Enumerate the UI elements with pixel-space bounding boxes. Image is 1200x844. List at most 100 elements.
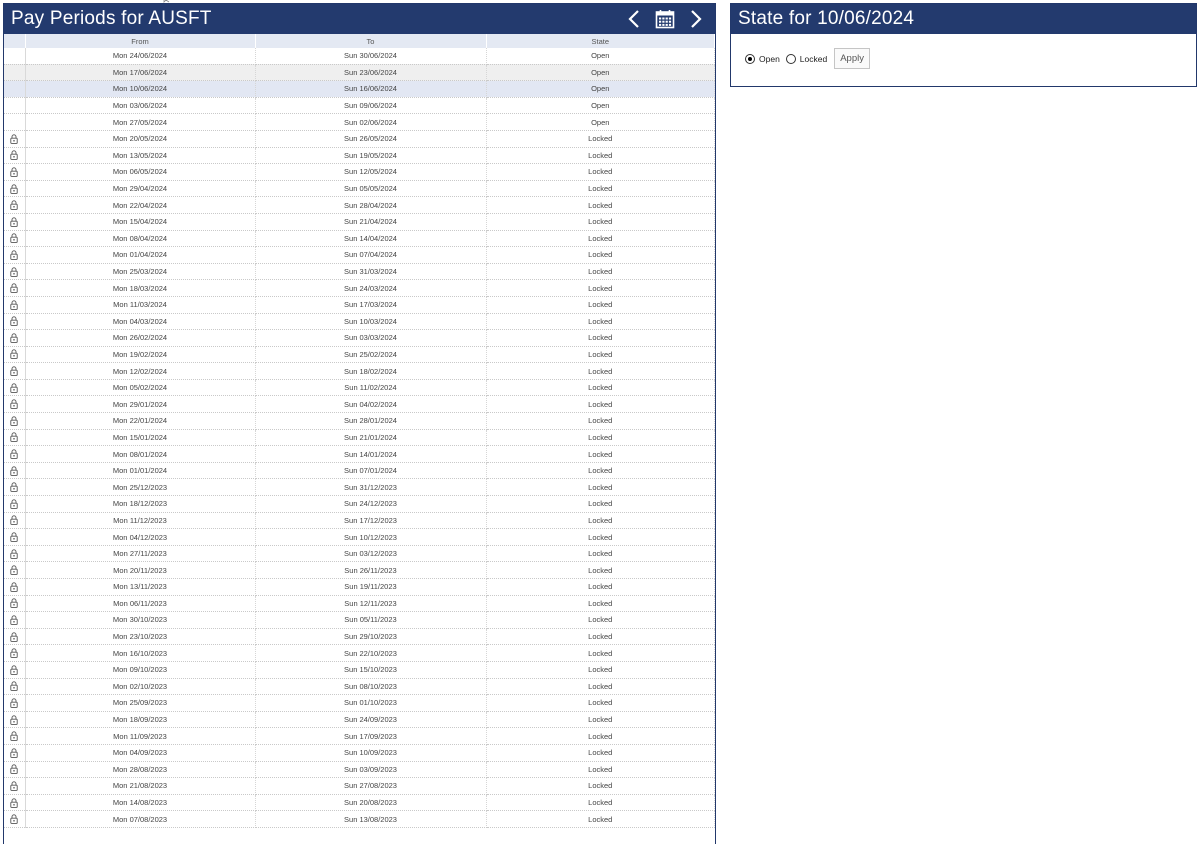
from-cell: Mon 25/03/2024: [25, 263, 256, 281]
table-row[interactable]: Mon 30/10/2023 Sun 05/11/2023 Locked: [4, 611, 715, 629]
to-cell: Sun 29/10/2023: [255, 628, 487, 646]
table-row[interactable]: Mon 28/08/2023 Sun 03/09/2023 Locked: [4, 761, 715, 779]
table-row[interactable]: Mon 25/09/2023 Sun 01/10/2023 Locked: [4, 694, 715, 712]
table-row[interactable]: Mon 02/10/2023 Sun 08/10/2023 Locked: [4, 678, 715, 696]
table-row[interactable]: Mon 04/12/2023 Sun 10/12/2023 Locked: [4, 528, 715, 546]
table-row[interactable]: Mon 26/02/2024 Sun 03/03/2024 Locked: [4, 329, 715, 347]
from-cell: Mon 26/02/2024: [25, 329, 256, 347]
state-cell: Locked: [486, 595, 715, 613]
table-row[interactable]: Mon 06/11/2023 Sun 12/11/2023 Locked: [4, 595, 715, 613]
lock-icon: [10, 582, 18, 592]
table-row[interactable]: Mon 11/12/2023 Sun 17/12/2023 Locked: [4, 512, 715, 530]
period-navigation: [623, 8, 707, 30]
table-row[interactable]: Mon 09/10/2023 Sun 15/10/2023 Locked: [4, 661, 715, 679]
table-row[interactable]: Mon 04/09/2023 Sun 10/09/2023 Locked: [4, 744, 715, 762]
lock-cell: [4, 213, 26, 231]
from-cell: Mon 27/11/2023: [25, 545, 256, 563]
lock-icon: [10, 631, 18, 642]
table-row[interactable]: Mon 13/05/2024 Sun 19/05/2024 Locked: [4, 147, 715, 165]
table-row[interactable]: Mon 01/04/2024 Sun 07/04/2024 Locked: [4, 246, 715, 264]
lock-icon: [10, 416, 18, 426]
locked-radio[interactable]: [785, 53, 796, 64]
lock-cell: [4, 362, 26, 380]
previous-period-button[interactable]: [623, 8, 645, 30]
locked-option[interactable]: Locked: [785, 53, 828, 64]
table-row[interactable]: Mon 19/02/2024 Sun 25/02/2024 Locked: [4, 346, 715, 364]
from-cell: Mon 05/02/2024: [25, 379, 256, 397]
table-row[interactable]: Mon 18/12/2023 Sun 24/12/2023 Locked: [4, 495, 715, 513]
lock-cell: [4, 113, 26, 131]
table-row[interactable]: Mon 29/04/2024 Sun 05/05/2024 Locked: [4, 180, 715, 198]
column-header-state[interactable]: State: [486, 34, 715, 48]
table-row[interactable]: Mon 25/03/2024 Sun 31/03/2024 Locked: [4, 263, 715, 281]
from-cell: Mon 22/04/2024: [25, 196, 256, 214]
from-cell: Mon 12/02/2024: [25, 362, 256, 380]
state-cell: Locked: [486, 263, 715, 281]
to-cell: Sun 24/12/2023: [255, 495, 487, 513]
table-row[interactable]: Mon 20/11/2023 Sun 26/11/2023 Locked: [4, 561, 715, 579]
to-cell: Sun 18/02/2024: [255, 362, 487, 380]
table-row[interactable]: Mon 10/06/2024 Sun 16/06/2024 Open: [4, 80, 715, 98]
table-row[interactable]: Mon 18/09/2023 Sun 24/09/2023 Locked: [4, 711, 715, 729]
to-cell: Sun 26/05/2024: [255, 130, 487, 148]
table-row[interactable]: Mon 21/08/2023 Sun 27/08/2023 Locked: [4, 777, 715, 795]
column-header-from[interactable]: From: [25, 34, 256, 48]
open-radio-label: Open: [759, 53, 780, 64]
state-cell: Open: [486, 48, 715, 65]
to-cell: Sun 10/03/2024: [255, 313, 487, 331]
lock-icon: [10, 183, 18, 194]
table-row[interactable]: Mon 22/04/2024 Sun 28/04/2024 Locked: [4, 196, 715, 214]
locked-radio-label: Locked: [799, 53, 828, 64]
table-row[interactable]: Mon 23/10/2023 Sun 29/10/2023 Locked: [4, 628, 715, 646]
table-row[interactable]: Mon 04/03/2024 Sun 10/03/2024 Locked: [4, 313, 715, 331]
lock-icon: [10, 748, 18, 758]
state-cell: Locked: [486, 628, 715, 646]
next-period-button[interactable]: [685, 8, 707, 30]
table-row[interactable]: Mon 07/08/2023 Sun 13/08/2023 Locked: [4, 810, 715, 828]
lock-icon: [10, 266, 18, 277]
lock-cell: [4, 97, 26, 115]
state-cell: Locked: [486, 246, 715, 264]
table-row[interactable]: Mon 06/05/2024 Sun 12/05/2024 Locked: [4, 163, 715, 181]
table-row[interactable]: Mon 05/02/2024 Sun 11/02/2024 Locked: [4, 379, 715, 397]
table-row[interactable]: Mon 24/06/2024 Sun 30/06/2024 Open: [4, 48, 715, 65]
lock-cell: [4, 678, 26, 696]
lock-icon: [10, 150, 18, 161]
open-radio[interactable]: [745, 53, 755, 64]
table-row[interactable]: Mon 08/04/2024 Sun 14/04/2024 Locked: [4, 230, 715, 248]
to-cell: Sun 03/09/2023: [255, 761, 487, 779]
table-row[interactable]: Mon 16/10/2023 Sun 22/10/2023 Locked: [4, 644, 715, 662]
lock-icon: [10, 217, 18, 227]
table-row[interactable]: Mon 01/01/2024 Sun 07/01/2024 Locked: [4, 462, 715, 480]
table-row[interactable]: Mon 12/02/2024 Sun 18/02/2024 Locked: [4, 362, 715, 380]
table-row[interactable]: Mon 15/04/2024 Sun 21/04/2024 Locked: [4, 213, 715, 231]
column-header-to[interactable]: To: [255, 34, 487, 48]
state-cell: Locked: [486, 346, 715, 364]
table-row[interactable]: Mon 17/06/2024 Sun 23/06/2024 Open: [4, 64, 715, 82]
lock-icon: [10, 167, 18, 177]
lock-cell: [4, 246, 26, 264]
table-row[interactable]: Mon 15/01/2024 Sun 21/01/2024 Locked: [4, 429, 715, 447]
table-row[interactable]: Mon 11/03/2024 Sun 17/03/2024 Locked: [4, 296, 715, 314]
from-cell: Mon 04/12/2023: [25, 528, 256, 546]
table-row[interactable]: Mon 29/01/2024 Sun 04/02/2024 Locked: [4, 395, 715, 414]
table-row[interactable]: Mon 08/01/2024 Sun 14/01/2024 Locked: [4, 445, 715, 463]
table-row[interactable]: Mon 11/09/2023 Sun 17/09/2023 Locked: [4, 727, 715, 745]
table-row[interactable]: Mon 14/08/2023 Sun 20/08/2023 Locked: [4, 794, 715, 812]
to-cell: Sun 13/08/2023: [255, 810, 487, 828]
from-cell: Mon 16/10/2023: [25, 644, 256, 662]
apply-button[interactable]: Apply: [834, 48, 870, 69]
lock-cell: [4, 313, 26, 331]
table-row[interactable]: Mon 27/11/2023 Sun 03/12/2023 Locked: [4, 545, 715, 563]
table-row[interactable]: Mon 22/01/2024 Sun 28/01/2024 Locked: [4, 412, 715, 430]
table-row[interactable]: Mon 27/05/2024 Sun 02/06/2024 Open: [4, 113, 715, 131]
lock-cell: [4, 80, 26, 98]
lock-cell: [4, 163, 26, 181]
calendar-button[interactable]: [654, 8, 676, 30]
table-row[interactable]: Mon 18/03/2024 Sun 24/03/2024 Locked: [4, 279, 715, 297]
table-row[interactable]: Mon 20/05/2024 Sun 26/05/2024 Locked: [4, 130, 715, 148]
table-row[interactable]: Mon 13/11/2023 Sun 19/11/2023 Locked: [4, 578, 715, 596]
table-row[interactable]: Mon 25/12/2023 Sun 31/12/2023 Locked: [4, 478, 715, 497]
table-row[interactable]: Mon 03/06/2024 Sun 09/06/2024 Open: [4, 97, 715, 115]
open-option[interactable]: Open: [745, 53, 780, 64]
